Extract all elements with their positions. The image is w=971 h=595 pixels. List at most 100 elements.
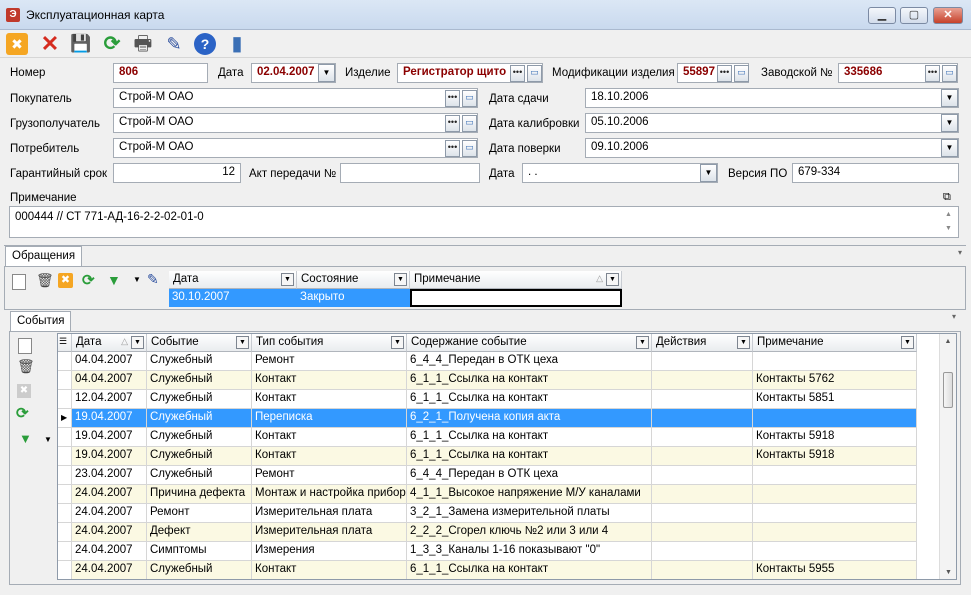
col-header-note[interactable]: Примечание ▼ bbox=[753, 334, 917, 352]
filter-icon[interactable]: ▼ bbox=[107, 272, 121, 288]
buyer-select-button[interactable]: ••• bbox=[445, 90, 460, 107]
col-header-note[interactable]: Примечание ▼ △ bbox=[410, 271, 622, 289]
table-cell[interactable]: 1_3_3_Каналы 1-16 показывают "0" bbox=[407, 542, 652, 561]
table-cell[interactable]: Служебный bbox=[147, 428, 252, 447]
table-cell[interactable]: 6_1_1_Ссылка на контакт bbox=[407, 561, 652, 579]
cancel-icon[interactable]: ✖ bbox=[6, 33, 28, 55]
table-cell[interactable] bbox=[753, 504, 917, 523]
close-button[interactable]: ✕ bbox=[933, 7, 963, 24]
table-cell[interactable]: Симптомы bbox=[147, 542, 252, 561]
date2-field[interactable]: . . bbox=[522, 163, 718, 183]
appeal-cell-note[interactable] bbox=[410, 289, 622, 307]
trash-icon[interactable]: 🗑 bbox=[36, 272, 54, 289]
table-cell[interactable]: 6_1_1_Ссылка на контакт bbox=[407, 390, 652, 409]
row-indicator[interactable] bbox=[58, 390, 72, 409]
table-row[interactable]: 24.04.2007 Симптомы Измерения 1_3_3_Каналы … bbox=[58, 542, 917, 561]
table-cell[interactable]: 19.04.2007 bbox=[72, 428, 147, 447]
date-dropdown-icon[interactable]: ▼ bbox=[318, 64, 335, 82]
row-indicator[interactable] bbox=[58, 542, 72, 561]
serial-select-button[interactable]: ••• bbox=[925, 65, 940, 82]
table-cell[interactable]: 6_1_1_Ссылка на контакт bbox=[407, 428, 652, 447]
calibration-date-dropdown-icon[interactable]: ▼ bbox=[941, 114, 958, 132]
edit-icon[interactable]: ✎ bbox=[162, 32, 186, 56]
table-cell[interactable] bbox=[652, 466, 753, 485]
table-cell[interactable] bbox=[652, 352, 753, 371]
calibration-date-field[interactable]: 05.10.2006 bbox=[585, 113, 959, 133]
buyer-field[interactable]: Строй-М ОАО bbox=[113, 88, 478, 108]
consumer-field[interactable]: Строй-М ОАО bbox=[113, 138, 478, 158]
exit-icon[interactable]: ▮ bbox=[225, 32, 249, 56]
row-indicator[interactable]: ▶ bbox=[58, 409, 72, 428]
table-cell[interactable] bbox=[652, 409, 753, 428]
table-cell[interactable]: Дефект bbox=[147, 523, 252, 542]
new-icon[interactable] bbox=[12, 274, 26, 290]
events-scrollbar[interactable]: ▲ ▼ bbox=[939, 334, 956, 579]
table-cell[interactable] bbox=[753, 542, 917, 561]
table-cell[interactable]: Измерительная плата bbox=[252, 504, 407, 523]
table-cell[interactable]: 24.04.2007 bbox=[72, 561, 147, 579]
table-cell[interactable]: 24.04.2007 bbox=[72, 485, 147, 504]
consignee-field[interactable]: Строй-М ОАО bbox=[113, 113, 478, 133]
table-cell[interactable]: Переписка bbox=[252, 409, 407, 428]
table-row[interactable]: 24.04.2007 Ремонт Измерительная плата 3_2_1… bbox=[58, 504, 917, 523]
table-row[interactable]: 04.04.2007 Служебный Ремонт 6_4_4_Передан в… bbox=[58, 352, 917, 371]
table-cell[interactable]: 04.04.2007 bbox=[72, 352, 147, 371]
column-filter-icon[interactable]: ▼ bbox=[391, 336, 404, 349]
table-cell[interactable]: Контакты 5918 bbox=[753, 428, 917, 447]
table-cell[interactable]: Контакты 5918 bbox=[753, 447, 917, 466]
table-cell[interactable]: 6_1_1_Ссылка на контакт bbox=[407, 371, 652, 390]
software-version-field[interactable]: 679-334 bbox=[792, 163, 959, 183]
table-cell[interactable]: Ремонт bbox=[252, 466, 407, 485]
column-filter-icon[interactable]: ▼ bbox=[394, 273, 407, 286]
row-indicator[interactable] bbox=[58, 504, 72, 523]
table-row[interactable]: 04.04.2007 Служебный Контакт 6_1_1_Ссылка н… bbox=[58, 371, 917, 390]
table-cell[interactable]: Контакты 5762 bbox=[753, 371, 917, 390]
minimize-button[interactable]: ▁ bbox=[868, 7, 896, 24]
row-indicator[interactable] bbox=[58, 561, 72, 579]
table-cell[interactable]: Служебный bbox=[147, 561, 252, 579]
refresh-event-icon[interactable]: ⟳ bbox=[16, 404, 29, 422]
table-cell[interactable] bbox=[652, 447, 753, 466]
table-row[interactable]: 19.04.2007 Служебный Контакт 6_1_1_Ссылка н… bbox=[58, 428, 917, 447]
buyer-folder-icon[interactable]: ▭ bbox=[462, 90, 477, 107]
table-cell[interactable]: 3_2_1_Замена измерительной платы bbox=[407, 504, 652, 523]
table-cell[interactable] bbox=[652, 485, 753, 504]
column-filter-icon[interactable]: ▼ bbox=[636, 336, 649, 349]
filter-event-dropdown-icon[interactable]: ▼ bbox=[44, 435, 52, 444]
table-cell[interactable]: Служебный bbox=[147, 466, 252, 485]
col-header-date[interactable]: Дата ▼ bbox=[169, 271, 297, 289]
col-header-actions[interactable]: Действия ▼ bbox=[652, 334, 753, 352]
grid-menu-icon[interactable]: ☰ bbox=[58, 334, 72, 352]
refresh-small-icon[interactable]: ⟳ bbox=[82, 271, 95, 289]
scroll-up-icon[interactable]: ▲ bbox=[940, 338, 956, 345]
table-cell[interactable]: Контакт bbox=[252, 561, 407, 579]
note-scrollbar[interactable]: ▲ ▼ bbox=[945, 208, 952, 236]
edit-small-icon[interactable]: ✎ bbox=[147, 271, 159, 288]
note-field[interactable]: 000444 // СТ 771-АД-16-2-2-02-01-0 bbox=[9, 206, 959, 238]
filter-event-icon[interactable]: ▼ bbox=[19, 431, 32, 446]
tab-appeals[interactable]: Обращения bbox=[5, 246, 83, 267]
new-event-icon[interactable] bbox=[18, 338, 32, 354]
table-cell[interactable]: 24.04.2007 bbox=[72, 523, 147, 542]
verification-date-dropdown-icon[interactable]: ▼ bbox=[941, 139, 958, 157]
table-cell[interactable]: Измерения bbox=[252, 542, 407, 561]
delete-icon[interactable]: ✕ bbox=[38, 32, 62, 56]
table-cell[interactable]: Контакт bbox=[252, 447, 407, 466]
table-cell[interactable]: Контакт bbox=[252, 428, 407, 447]
table-cell[interactable]: 2_2_2_Сгорел ключь №2 или 3 или 4 bbox=[407, 523, 652, 542]
filter-dropdown-icon[interactable]: ▼ bbox=[133, 275, 141, 284]
row-indicator[interactable] bbox=[58, 447, 72, 466]
row-indicator[interactable] bbox=[58, 428, 72, 447]
col-header-event[interactable]: Событие ▼ bbox=[147, 334, 252, 352]
table-cell[interactable]: Служебный bbox=[147, 352, 252, 371]
table-row[interactable]: 19.04.2007 Служебный Контакт 6_1_1_Ссылка н… bbox=[58, 447, 917, 466]
help-icon[interactable]: ? bbox=[194, 33, 216, 55]
table-cell[interactable]: Служебный bbox=[147, 390, 252, 409]
handover-date-field[interactable]: 18.10.2006 bbox=[585, 88, 959, 108]
consumer-folder-icon[interactable]: ▭ bbox=[462, 140, 477, 157]
table-cell[interactable] bbox=[652, 504, 753, 523]
serial-folder-icon[interactable]: ▭ bbox=[942, 65, 957, 82]
table-cell[interactable]: Монтаж и настройка прибора bbox=[252, 485, 407, 504]
table-cell[interactable]: Контакт bbox=[252, 390, 407, 409]
table-row[interactable]: 24.04.2007 Причина дефекта Монтаж и настро… bbox=[58, 485, 917, 504]
